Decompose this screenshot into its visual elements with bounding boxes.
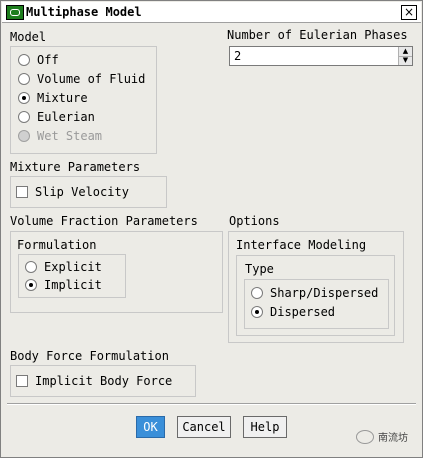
ok-button[interactable]: OK (136, 416, 165, 438)
close-button[interactable]: × (401, 5, 417, 20)
model-option-vof[interactable]: Volume of Fluid (18, 70, 145, 88)
eulerian-phases-label: Number of Eulerian Phases (227, 28, 408, 42)
title-bar[interactable]: Multiphase Model × (2, 2, 421, 23)
implicit-body-force-label: Implicit Body Force (35, 374, 173, 388)
watermark-text: 南流坊 (378, 433, 408, 444)
interface-modeling-label: Interface Modeling (236, 238, 367, 252)
app-icon (6, 5, 24, 20)
body-force-group: Implicit Body Force (10, 365, 196, 397)
wechat-icon (356, 429, 374, 444)
slip-velocity-label: Slip Velocity (35, 185, 129, 199)
body-force-label: Body Force Formulation (10, 349, 169, 363)
formulation-option-label: Explicit (44, 260, 102, 274)
model-option-wet-steam: Wet Steam (18, 127, 102, 145)
spinner-buttons: ▲ ▼ (398, 47, 412, 65)
window-title: Multiphase Model (26, 5, 142, 19)
model-option-label: Off (37, 53, 59, 67)
mixture-parameters-label: Mixture Parameters (10, 160, 141, 174)
spin-down-icon[interactable]: ▼ (399, 56, 412, 65)
type-sharp-dispersed[interactable]: Sharp/Dispersed (251, 284, 378, 302)
button-separator (7, 403, 416, 405)
type-option-label: Dispersed (270, 305, 336, 319)
mixture-radio[interactable] (18, 92, 30, 104)
model-option-label: Eulerian (37, 110, 95, 124)
type-dispersed[interactable]: Dispersed (251, 303, 335, 321)
type-label: Type (245, 262, 274, 276)
eulerian-phases-spinner[interactable]: 2 ▲ ▼ (229, 46, 413, 66)
multiphase-model-dialog: Multiphase Model × Model Off Volume of F… (0, 0, 423, 458)
formulation-implicit[interactable]: Implicit (25, 276, 102, 294)
dispersed-radio[interactable] (251, 306, 263, 318)
volume-fraction-group: Formulation Explicit Implicit (10, 231, 223, 313)
eulerian-radio[interactable] (18, 111, 30, 123)
off-radio[interactable] (18, 54, 30, 66)
options-label: Options (229, 214, 280, 228)
model-option-label: Wet Steam (37, 129, 103, 143)
model-option-label: Volume of Fluid (37, 72, 146, 86)
sharp-dispersed-radio[interactable] (251, 287, 263, 299)
mixture-parameters-group: Slip Velocity (10, 176, 167, 208)
help-button[interactable]: Help (243, 416, 287, 438)
slip-velocity-checkbox[interactable] (16, 186, 28, 198)
volume-fraction-label: Volume Fraction Parameters (10, 214, 198, 228)
model-option-eulerian[interactable]: Eulerian (18, 108, 95, 126)
interface-modeling-group: Type Sharp/Dispersed Dispersed (236, 255, 395, 336)
formulation-explicit[interactable]: Explicit (25, 258, 102, 276)
eulerian-phases-value[interactable]: 2 (234, 49, 241, 63)
formulation-option-label: Implicit (44, 278, 102, 292)
wet-steam-radio (18, 130, 30, 142)
slip-velocity-option[interactable]: Slip Velocity (16, 183, 129, 201)
watermark: 南流坊 (356, 429, 408, 444)
explicit-radio[interactable] (25, 261, 37, 273)
model-label: Model (10, 30, 47, 44)
model-option-mixture[interactable]: Mixture (18, 89, 88, 107)
options-group: Interface Modeling Type Sharp/Dispersed … (228, 231, 404, 343)
implicit-radio[interactable] (25, 279, 37, 291)
vof-radio[interactable] (18, 73, 30, 85)
type-option-label: Sharp/Dispersed (270, 286, 379, 300)
formulation-label: Formulation (17, 238, 97, 252)
cancel-button[interactable]: Cancel (177, 416, 231, 438)
implicit-body-force-option[interactable]: Implicit Body Force (16, 372, 172, 390)
formulation-group: Explicit Implicit (18, 254, 126, 298)
type-group: Sharp/Dispersed Dispersed (244, 279, 389, 329)
model-option-off[interactable]: Off (18, 51, 59, 69)
implicit-body-force-checkbox[interactable] (16, 375, 28, 387)
model-option-label: Mixture (37, 91, 88, 105)
model-group: Off Volume of Fluid Mixture Eulerian Wet… (10, 46, 157, 154)
